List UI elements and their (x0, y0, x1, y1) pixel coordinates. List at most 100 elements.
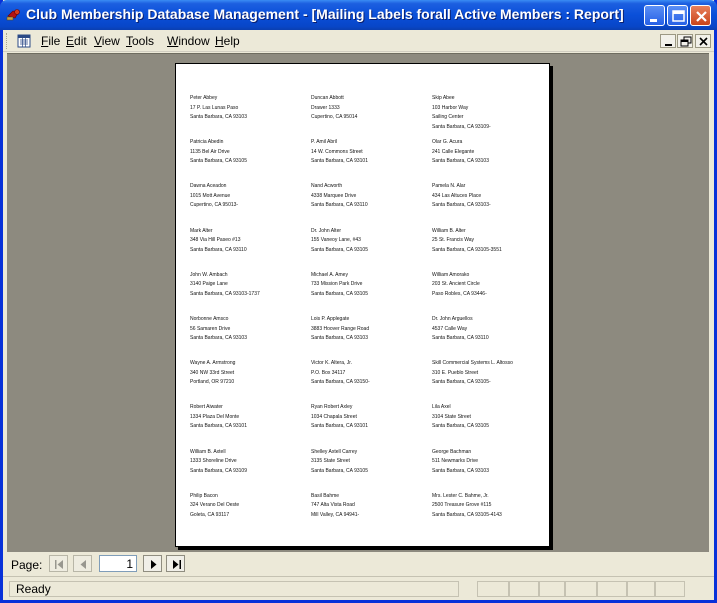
document-restore-button[interactable] (677, 34, 693, 48)
label-line: 747 Alta Vista Road (311, 502, 355, 509)
label-line: Peter Abbey (190, 95, 218, 101)
label-line: 340 NW 33rd Street (190, 369, 235, 376)
status-panel (565, 581, 597, 597)
label-line: William Amorako (432, 271, 470, 278)
label-line: Robert Aiwater (190, 404, 223, 411)
report-page[interactable]: Peter Abbey 17 P. Las Lunas Paso Santa Bar… (175, 63, 550, 547)
close-button[interactable] (690, 5, 711, 26)
first-page-button[interactable] (49, 555, 68, 572)
label-line: Santa Barbara, CA 93103 (432, 158, 489, 165)
menu-window[interactable]: Window (167, 34, 210, 48)
mailing-label: Victor K. Altera, Jr. P.O. Box 34117 Santa… (311, 359, 429, 388)
mailing-label: Peter Abbey 17 P. Las Lunas Paso Santa Bar… (190, 94, 308, 123)
label-line: Victor K. Altera, Jr. (311, 360, 353, 367)
label-line: P. Amil Abril (311, 139, 338, 146)
label-line: Patricia Abedin (190, 139, 224, 146)
label-line: Santa Barbara, CA 93105 (432, 423, 489, 430)
label-line: Skill Commercial Systems L. Altosso (432, 360, 513, 367)
label-line: 511 Newmarks Drive (432, 458, 479, 465)
label-line: 1135 Bel Air Drive (190, 148, 230, 155)
status-panel (509, 581, 539, 597)
menu-file[interactable]: File (41, 34, 60, 48)
access-key-icon (6, 9, 20, 21)
document-minimize-button[interactable] (660, 34, 676, 48)
label-line: George Bachman (432, 448, 472, 455)
label-line: Mill Valley, CA 94941- (311, 511, 360, 518)
label-line: Pamela N. Alar (432, 183, 466, 190)
menu-view[interactable]: View (94, 34, 120, 48)
print-preview-area[interactable]: Peter Abbey 17 P. Las Lunas Paso Santa Bar… (7, 53, 709, 552)
mailing-label: Ryan Robert Axley 1034 Chapala Street Sant… (311, 403, 429, 432)
label-line: Mrs. Lester C. Bahme, Jr. (432, 492, 489, 499)
label-line: Ryan Robert Axley (311, 404, 353, 411)
label-line: Santa Barbara, CA 93103 (311, 335, 368, 341)
status-panel (597, 581, 627, 597)
next-page-button[interactable] (143, 555, 162, 572)
label-line: 3135 State Street (311, 458, 350, 465)
label-line: P.O. Box 34117 (311, 369, 346, 376)
menu-grip[interactable] (6, 33, 9, 49)
mailing-label: Dawna Aceadon 1015 Mott Avenue Cupertino, … (190, 182, 308, 211)
mailing-label: Dr. John Arguellos 4537 Calle Way Santa Ba… (432, 315, 550, 344)
mailing-label: Philip Bacon 324 Verano Del Oeste Goleta, … (190, 492, 308, 521)
mailing-label: William B. Axtell 1333 Shoreline Drive San… (190, 448, 308, 477)
mailing-label: Skill Commercial Systems L. Altosso 310 E… (432, 359, 550, 388)
label-line: Santa Barbara, CA 93103 (432, 467, 489, 474)
mailing-label: Patricia Abedin 1135 Bel Air Drive Santa B… (190, 138, 308, 167)
label-line: Skip Abee (432, 95, 455, 101)
label-line: Cupertino, CA 95014 (311, 114, 358, 120)
label-line: Goleta, CA 93117 (190, 511, 230, 518)
document-close-button[interactable] (695, 34, 711, 48)
label-line: Santa Barbara, CA 93105- (432, 379, 491, 386)
mailing-label: Mark Alter 348 Via Hill Paseo #13 Santa Ba… (190, 227, 308, 256)
label-line: 1334 Plaza Del Monte (190, 413, 240, 420)
label-line: Paso Robles, CA 93446- (432, 290, 487, 297)
label-line: Olar G. Acura (432, 139, 463, 146)
mailing-label: Shelley Axtell Carrey 3135 State Street Sa… (311, 448, 429, 477)
app-window: Club Membership Database Management - [M… (0, 0, 717, 603)
menu-tools[interactable]: Tools (126, 34, 154, 48)
minimize-button[interactable] (644, 5, 665, 26)
label-line: 14 W. Commons Street (311, 148, 363, 155)
label-line: Wayne A. Armstrong (190, 360, 236, 367)
mailing-label: Dr. John Alter 155 Vaneoy Lane, #43 Santa … (311, 227, 429, 256)
label-line: Santa Barbara, CA 93105 (311, 246, 368, 253)
title-bar[interactable]: Club Membership Database Management - [M… (0, 0, 717, 30)
label-line: 310 E. Pueblo Street (432, 369, 479, 376)
mailing-label: P. Amil Abril 14 W. Commons Street Santa B… (311, 138, 429, 167)
label-line: Santa Barbara, CA 93110 (432, 335, 489, 341)
label-line: 56 Samaren Drive (190, 325, 231, 332)
label-line: Nand Acworth (311, 183, 343, 190)
menu-edit[interactable]: Edit (66, 34, 87, 48)
last-page-button[interactable] (166, 555, 185, 572)
label-line: Sailing Center (432, 114, 464, 120)
label-line: Santa Barbara, CA 93110 (190, 246, 247, 253)
label-line: Philip Bacon (190, 492, 218, 499)
label-line: Shelley Axtell Carrey (311, 448, 358, 455)
mailing-label: George Bachman 511 Newmarks Drive Santa Ba… (432, 448, 550, 477)
mailing-label: Norbonne Amsco 56 Samaren Drive Santa Barb… (190, 315, 308, 344)
label-line: Santa Barbara, CA 93150- (311, 379, 370, 386)
label-line: Basil Bahme (311, 492, 340, 499)
label-line: 241 Calle Elegante (432, 148, 475, 155)
maximize-button[interactable] (667, 5, 688, 26)
status-panel (539, 581, 565, 597)
status-panel (627, 581, 655, 597)
previous-page-icon (80, 560, 86, 569)
menu-help[interactable]: Help (215, 34, 240, 48)
label-line: Dawna Aceadon (190, 183, 227, 190)
label-line: 17 P. Las Lunas Paso (190, 104, 239, 111)
mailing-label: Lila Axel 3104 State Street Santa Barbara,… (432, 403, 550, 432)
label-line: Santa Barbara, CA 93103- (432, 202, 491, 209)
mailing-label: Lois P. Applegate 3883 Hoover Range Road S… (311, 315, 429, 344)
report-document-icon[interactable] (17, 34, 31, 48)
mailing-label: Robert Aiwater 1334 Plaza Del Monte Santa … (190, 403, 308, 432)
mailing-label: William Amorako 203 St. Ancient Circle Pas… (432, 271, 550, 300)
minimize-icon (665, 44, 672, 46)
label-line: Dr. John Alter (311, 227, 342, 234)
label-line: Mark Alter (190, 227, 213, 234)
label-line: Santa Barbara, CA 93109 (190, 467, 247, 474)
page-number-input[interactable] (99, 555, 137, 572)
menu-bar: File Edit View Tools Window Help (3, 30, 714, 52)
previous-page-button[interactable] (73, 555, 92, 572)
